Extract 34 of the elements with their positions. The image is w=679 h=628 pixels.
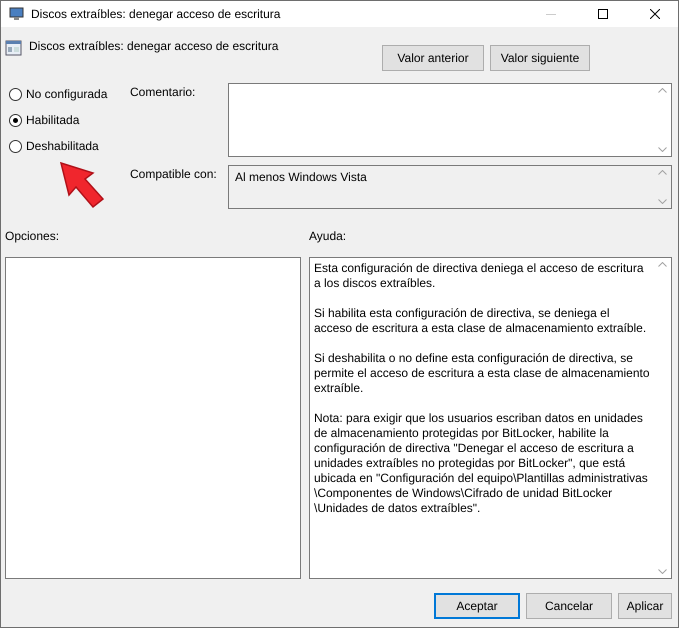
policy-icon: [5, 39, 23, 57]
section-label: Ayuda:: [309, 228, 348, 245]
radio-option[interactable]: No configurada: [9, 87, 130, 101]
previous-button[interactable]: Valor anterior: [382, 45, 484, 71]
window-title: Discos extraíbles: denegar acceso de escritura: [31, 7, 282, 21]
pointer-arrow-icon: [57, 161, 107, 209]
radio-button[interactable]: [9, 114, 22, 126]
scroll-up-icon: [658, 170, 667, 175]
cancel-button[interactable]: Cancelar: [526, 593, 612, 619]
help-paragraph: Si deshabilita o no define esta configuración de directiva, se permite el acceso de escritura a esta clase de almacenamiento extraíble.: [314, 351, 650, 396]
radio-button[interactable]: [9, 88, 22, 100]
help-paragraph: Si habilita esta configuración de directiva, se deniega el acceso de escritura a esta clase de almacenamiento extraíble.: [314, 306, 648, 336]
help-paragraph: Esta configuración de directiva deniega el acceso de escritura a los discos extraíbles.: [314, 261, 645, 291]
apply-button[interactable]: Aplicar: [618, 593, 672, 619]
radio-option[interactable]: Deshabilitada: [9, 139, 130, 153]
field-label: Comentario:: [130, 84, 196, 101]
help-paragraph: Nota: para exigir que los usuarios escriban datos en unidades de almacenamiento protegidas por BitLocker, habilite la configuración de directiva "Denegar el acceso de escritura a unidades extraíbles no protegidas por BitLocker", que está ubicada en "Configuración del equipo\Plantillas administrativas \Componentes de Windows\Cifrado de unidad BitLocker \Unidades de datos extraíbles".: [314, 411, 649, 516]
radio-option[interactable]: Habilitada: [9, 113, 130, 127]
next-button[interactable]: Valor siguiente: [490, 45, 590, 71]
compatible-field: Al menos Windows Vista: [228, 165, 672, 209]
scroll-up-icon: [658, 88, 667, 93]
close-icon: [650, 9, 660, 19]
scroll-down-icon: [658, 569, 667, 574]
app-icon: [9, 7, 25, 21]
field-label: Compatible con:: [130, 166, 218, 183]
maximize-icon: [598, 9, 608, 19]
policy-title: Discos extraíbles: denegar acceso de escritura: [29, 38, 280, 53]
radio-button[interactable]: [9, 140, 22, 152]
scroll-up-icon: [658, 262, 667, 267]
section-label: Opciones:: [5, 228, 60, 245]
ok-button[interactable]: Aceptar: [434, 593, 520, 619]
comment-field[interactable]: [228, 83, 672, 157]
scroll-down-icon: [658, 147, 667, 152]
scroll-down-icon: [658, 199, 667, 204]
